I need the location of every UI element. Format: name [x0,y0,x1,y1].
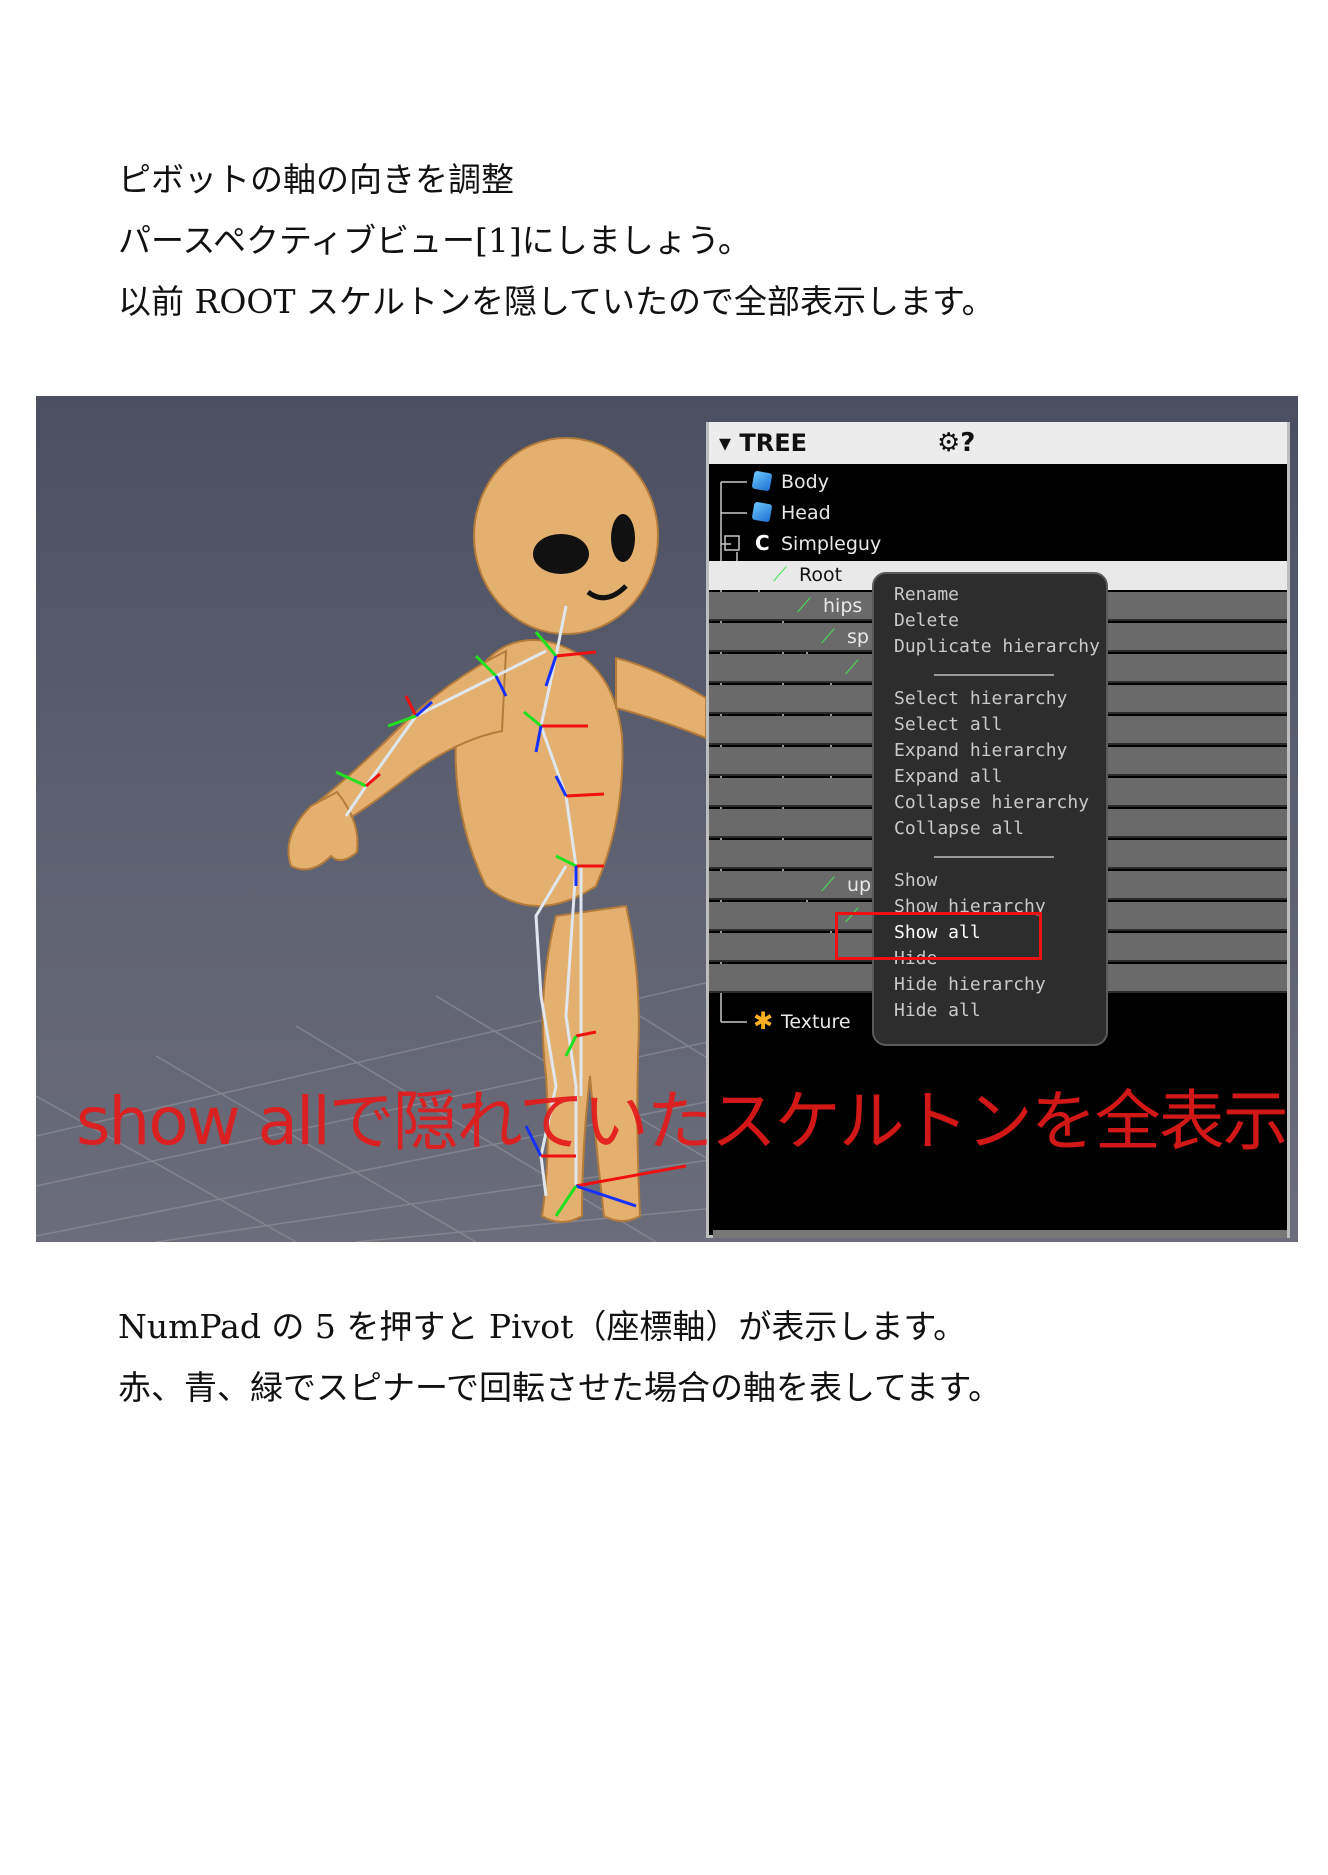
menu-item-expand-all[interactable]: Expand all [894,766,1002,787]
tree-row-label: Head [781,502,831,524]
tree-row-label: up [847,874,872,896]
bone-icon: ⟋ [821,624,835,648]
scrollbar[interactable] [713,1230,1287,1238]
skeleton-icon: C [755,531,770,555]
tree-row-label: Body [781,471,829,493]
tree-row-label: Simpleguy [781,533,882,555]
overlay-caption: show allで隠れていたスケルトンを全表示 [76,1083,1289,1160]
menu-item-collapse-all[interactable]: Collapse all [894,818,1024,839]
menu-item-rename[interactable]: Rename [894,584,959,605]
tree-row-label: Texture [781,1011,851,1033]
bone-icon: ⟋ [797,593,811,617]
intro-line-perspective: パースペクティブビュー[1]にしましょう。 [118,221,751,260]
tree-row-head[interactable]: Head [709,499,1287,528]
menu-item-delete[interactable]: Delete [894,610,959,631]
intro-heading: ピボットの軸の向きを調整 [118,160,514,199]
tree-row-body[interactable]: Body [709,468,1287,497]
tree-row-label: Root [799,564,843,586]
menu-item-select-hierarchy[interactable]: Select hierarchy [894,688,1067,709]
menu-item-duplicate-hierarchy[interactable]: Duplicate hierarchy [894,636,1100,657]
texture-icon: ✱ [753,1007,774,1035]
menu-item-show[interactable]: Show [894,870,937,891]
menu-item-hide-all[interactable]: Hide all [894,1000,981,1021]
outro-line-axes-colors: 赤、青、緑でスピナーで回転させた場合の軸を表してます。 [118,1368,1002,1407]
intro-line-show-root: 以前 ROOT スケルトンを隠していたので全部表示します。 [118,282,995,321]
mesh-icon [751,501,773,523]
menu-item-hide-hierarchy[interactable]: Hide hierarchy [894,974,1046,995]
bone-icon: ⟋ [845,655,859,679]
mesh-icon [751,470,773,492]
menu-separator [934,856,1054,858]
tree-row-simpleguy[interactable]: C Simpleguy [709,530,1287,559]
tree-row-label: sp [847,626,869,648]
bone-icon: ⟋ [773,562,787,586]
menu-item-expand-hierarchy[interactable]: Expand hierarchy [894,740,1067,761]
menu-separator [934,674,1054,676]
menu-item-collapse-hierarchy[interactable]: Collapse hierarchy [894,792,1089,813]
menu-item-select-all[interactable]: Select all [894,714,1002,735]
show-all-highlight-box [835,912,1042,960]
bone-icon: ⟋ [821,872,835,896]
screenshot-figure: ▾ TREE ⚙? Body Head C Simpleguy ⟋ Root ⟋… [36,396,1298,1242]
outro-line-numpad: NumPad の 5 を押すと Pivot（座標軸）が表示します。 [118,1307,967,1346]
context-menu: Rename Delete Duplicate hierarchy Select… [872,572,1108,1046]
tree-row-label: hips [823,595,863,617]
